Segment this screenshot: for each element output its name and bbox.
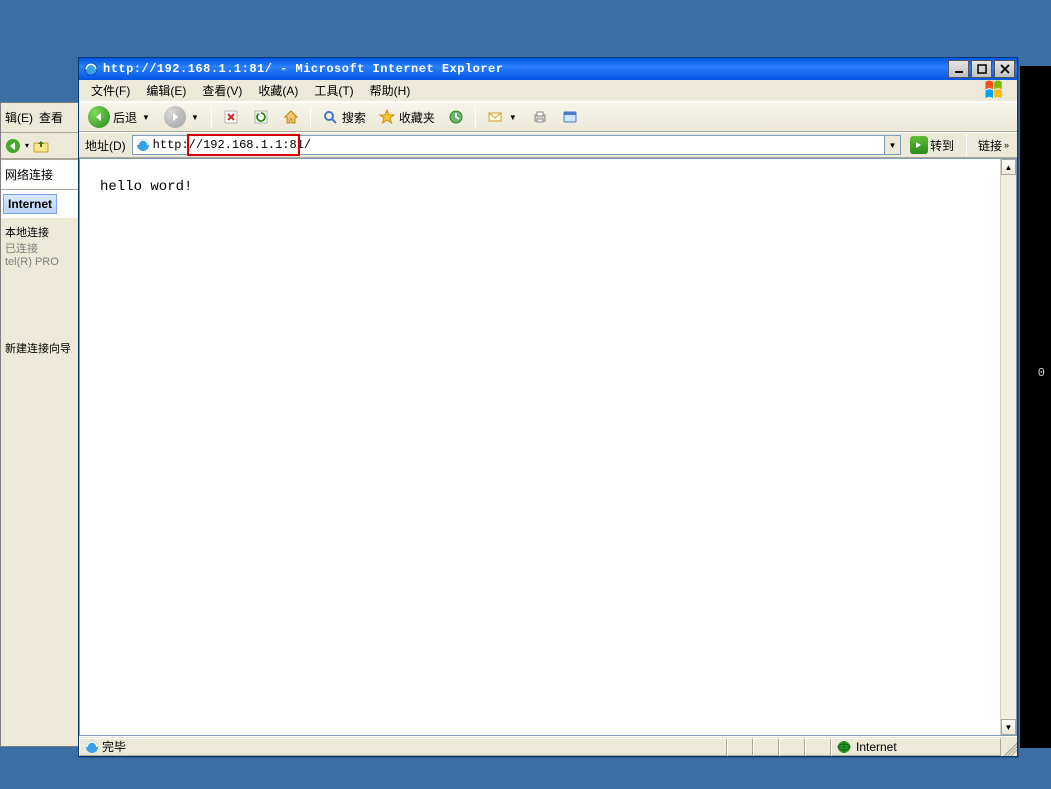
address-input[interactable] xyxy=(153,136,884,154)
page-text: hello word! xyxy=(100,179,192,195)
back-icon xyxy=(5,138,21,154)
links-button[interactable]: 链接 » xyxy=(974,136,1013,155)
history-button[interactable] xyxy=(442,105,470,129)
home-button[interactable] xyxy=(277,105,305,129)
resize-grip[interactable] xyxy=(1001,738,1017,756)
status-pane-1 xyxy=(727,738,753,756)
menu-favorites[interactable]: 收藏(A) xyxy=(250,80,306,101)
windows-flag-icon xyxy=(983,81,1013,101)
bg-wizard-label: 新建连接向导 xyxy=(5,340,75,356)
bg-lan-label: 本地连接 xyxy=(5,224,75,240)
close-button[interactable] xyxy=(994,60,1015,78)
refresh-button[interactable] xyxy=(247,105,275,129)
search-button[interactable]: 搜索 xyxy=(316,105,371,129)
background-terminal: 0 xyxy=(1020,66,1051,748)
maximize-button[interactable] xyxy=(971,60,992,78)
mail-icon xyxy=(486,108,504,126)
refresh-icon xyxy=(252,108,270,126)
terminal-digit: 0 xyxy=(1038,366,1045,380)
bg-selected-internet: Internet xyxy=(3,194,57,214)
forward-arrow-icon xyxy=(164,106,186,128)
background-network-window: 辑(E) 查看 ▾ 网络连接 Internet 本地连接 已连接 tel(R) … xyxy=(0,102,80,747)
chevron-down-icon[interactable]: ▼ xyxy=(507,113,519,122)
search-icon xyxy=(321,108,339,126)
toolbar: 后退 ▼ ▼ xyxy=(79,102,1017,132)
edit-button[interactable] xyxy=(556,105,584,129)
bg-menu-view-partial: 查看 xyxy=(39,109,63,126)
print-button[interactable] xyxy=(526,105,554,129)
status-pane-4 xyxy=(805,738,831,756)
address-bar: 地址(D) ▼ 转到 链接 » xyxy=(79,132,1017,158)
ie-window: http://192.168.1.1:81/ - Microsoft Inter… xyxy=(78,57,1018,757)
menu-help[interactable]: 帮助(H) xyxy=(362,80,419,101)
stop-icon xyxy=(222,108,240,126)
back-button[interactable]: 后退 ▼ xyxy=(83,103,157,131)
ie-icon xyxy=(83,61,99,77)
favorites-label: 收藏夹 xyxy=(399,109,435,126)
bg-lan-status: 已连接 xyxy=(5,240,75,256)
status-zone-pane: Internet xyxy=(831,738,1001,756)
status-pane-2 xyxy=(753,738,779,756)
back-arrow-icon xyxy=(88,106,110,128)
zone-text: Internet xyxy=(856,740,897,754)
vertical-scrollbar[interactable]: ▲ ▼ xyxy=(1000,159,1016,735)
menu-edit[interactable]: 编辑(E) xyxy=(138,80,194,101)
history-icon xyxy=(447,108,465,126)
menu-view[interactable]: 查看(V) xyxy=(194,80,250,101)
window-title: http://192.168.1.1:81/ - Microsoft Inter… xyxy=(103,62,946,76)
status-pane-3 xyxy=(779,738,805,756)
home-icon xyxy=(282,108,300,126)
page-icon xyxy=(135,137,151,153)
menu-tools[interactable]: 工具(T) xyxy=(306,80,361,101)
search-label: 搜索 xyxy=(342,109,366,126)
bg-menu-edit-partial: 辑(E) xyxy=(5,109,33,126)
page-body[interactable]: hello word! xyxy=(80,159,1000,735)
stop-button[interactable] xyxy=(217,105,245,129)
mail-button[interactable]: ▼ xyxy=(481,105,524,129)
favorites-button[interactable]: 收藏夹 xyxy=(373,105,440,129)
bg-lan-adapter: tel(R) PRO xyxy=(5,256,75,268)
print-icon xyxy=(531,108,549,126)
star-icon xyxy=(378,108,396,126)
content-area: hello word! ▲ ▼ xyxy=(79,158,1017,736)
back-label: 后退 xyxy=(113,109,137,126)
status-main-pane: 完毕 xyxy=(79,738,727,756)
scroll-down-button[interactable]: ▼ xyxy=(1001,719,1016,735)
chevron-down-icon[interactable]: ▼ xyxy=(189,113,201,122)
menubar: 文件(F) 编辑(E) 查看(V) 收藏(A) 工具(T) 帮助(H) xyxy=(79,80,1017,102)
minimize-button[interactable] xyxy=(948,60,969,78)
globe-icon xyxy=(836,739,852,755)
address-dropdown[interactable]: ▼ xyxy=(884,136,900,154)
go-label: 转到 xyxy=(930,137,954,154)
go-button[interactable]: 转到 xyxy=(905,134,959,156)
folder-up-icon xyxy=(33,138,49,154)
go-arrow-icon xyxy=(910,136,928,154)
scroll-up-button[interactable]: ▲ xyxy=(1001,159,1016,175)
bg-section-header: 网络连接 xyxy=(5,168,53,182)
menu-file[interactable]: 文件(F) xyxy=(83,80,138,101)
address-label: 地址(D) xyxy=(83,137,128,154)
status-text: 完毕 xyxy=(102,738,126,755)
links-label: 链接 xyxy=(978,137,1002,154)
page-icon xyxy=(84,739,100,755)
edit-page-icon xyxy=(561,108,579,126)
address-input-wrap[interactable]: ▼ xyxy=(132,135,901,155)
statusbar: 完毕 Internet xyxy=(79,736,1017,756)
forward-button[interactable]: ▼ xyxy=(159,103,206,131)
chevron-down-icon[interactable]: ▼ xyxy=(140,113,152,122)
scroll-track[interactable] xyxy=(1001,175,1016,719)
titlebar[interactable]: http://192.168.1.1:81/ - Microsoft Inter… xyxy=(79,58,1017,80)
